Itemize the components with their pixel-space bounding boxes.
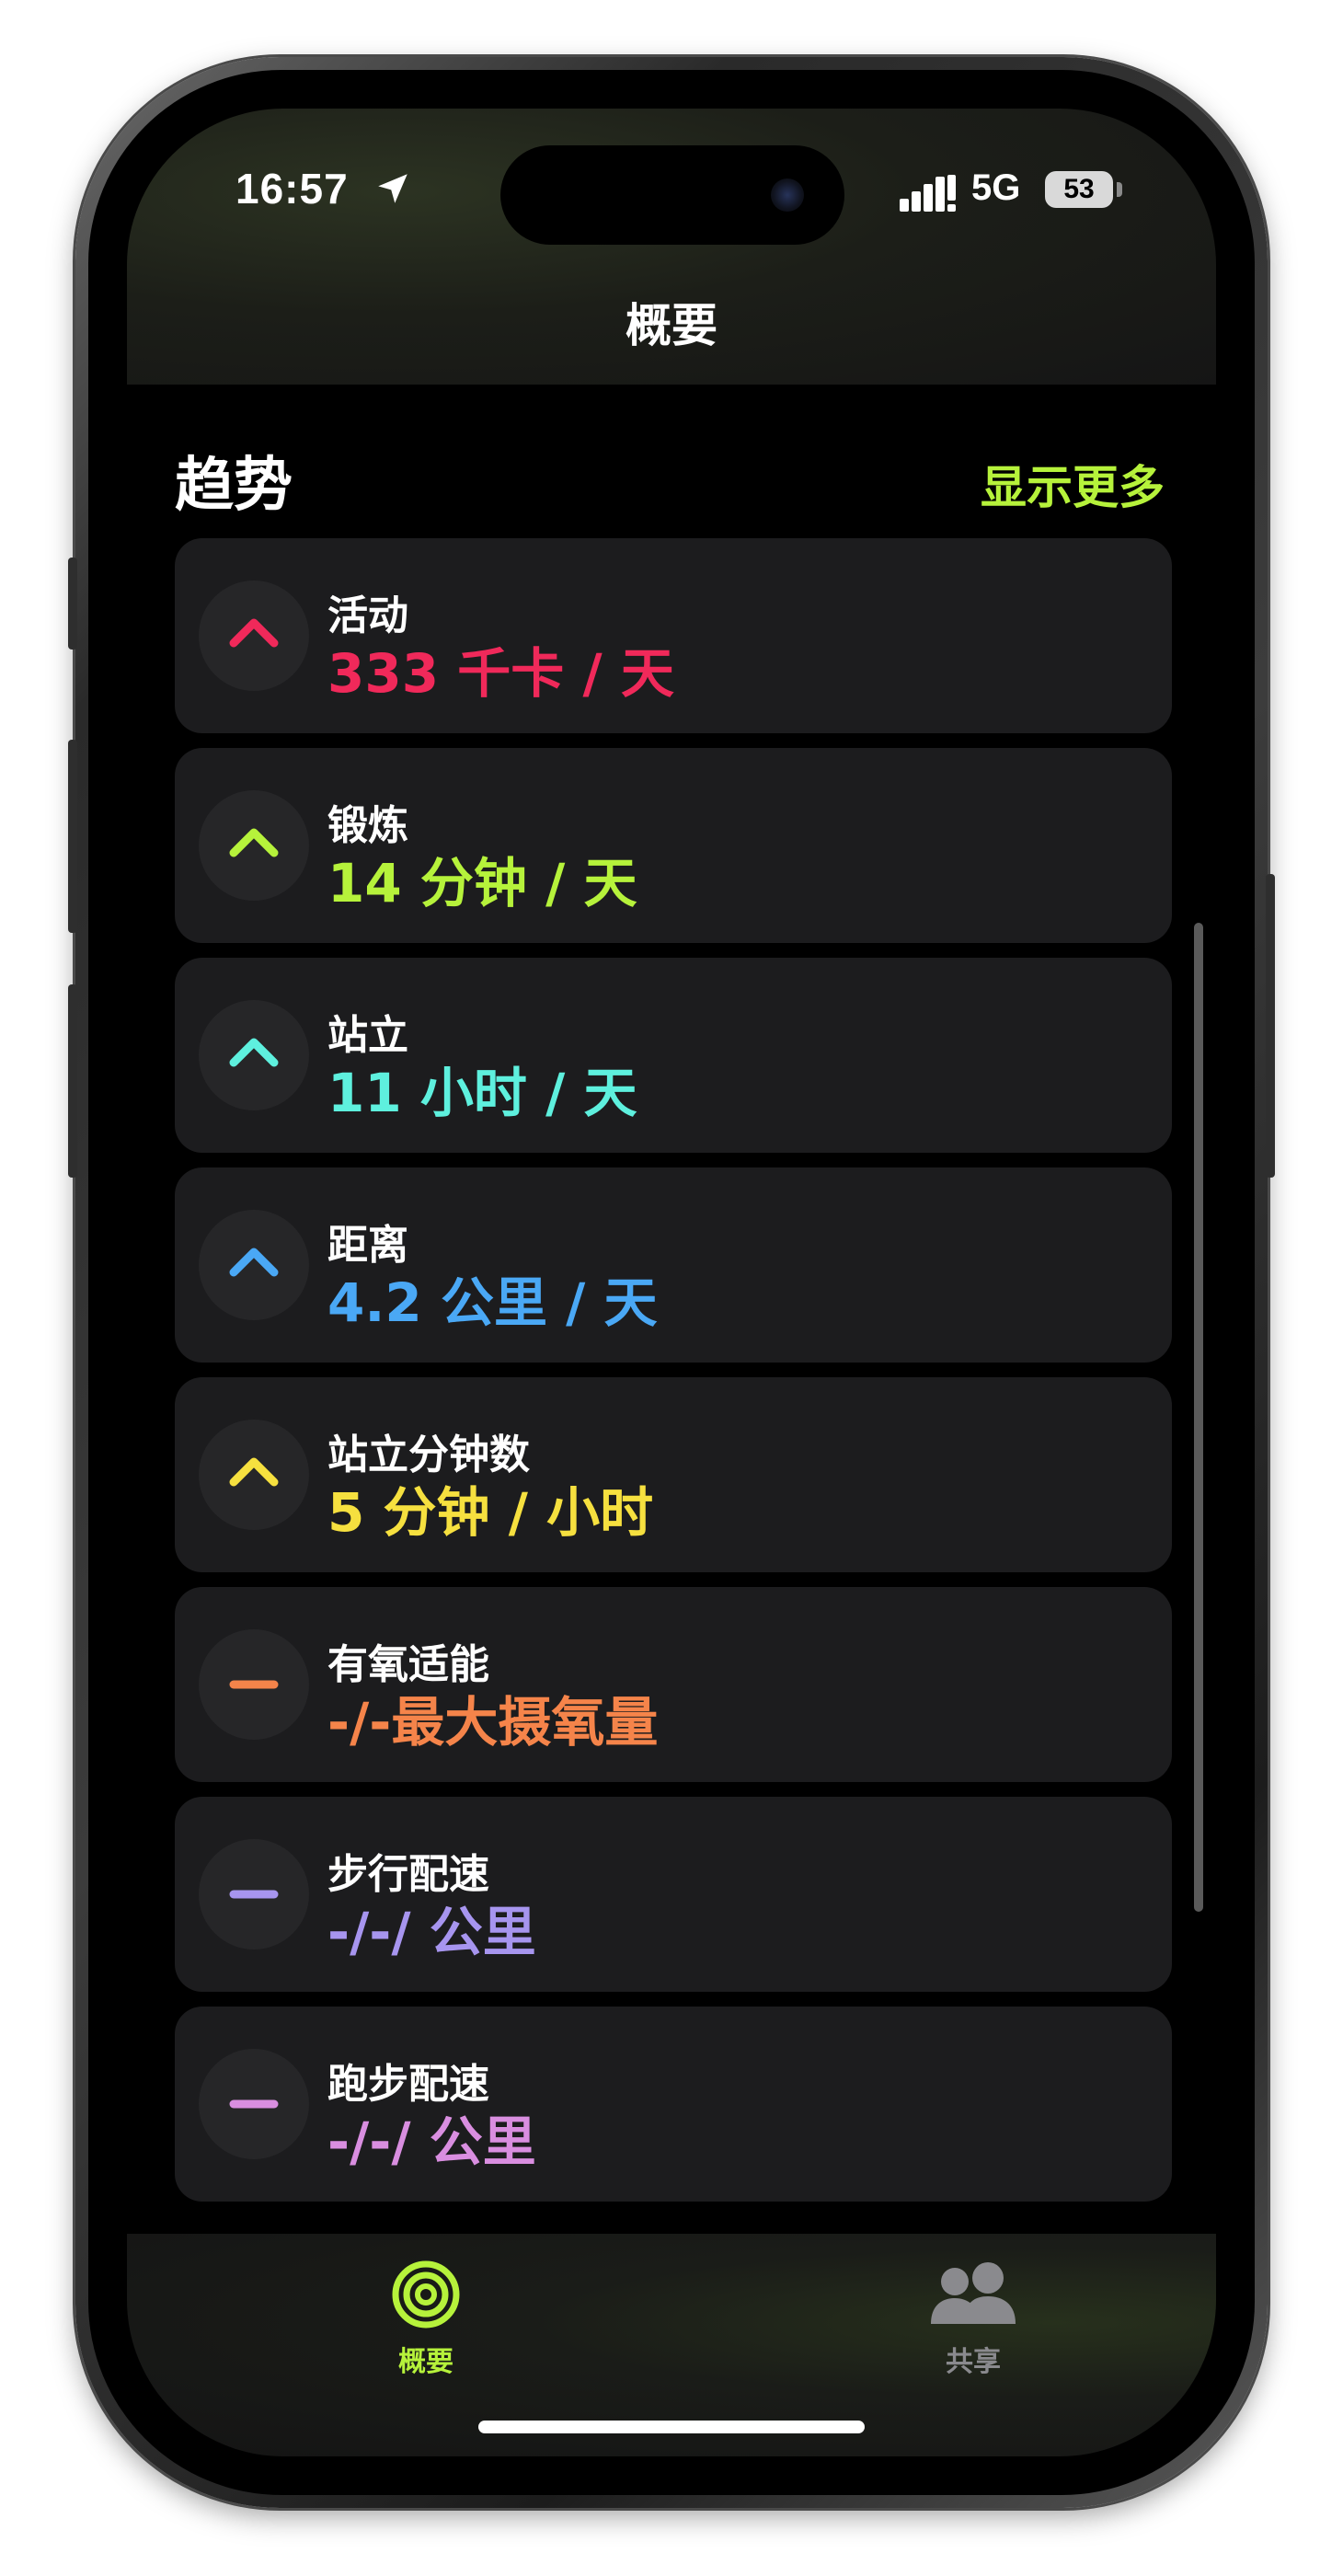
- trend-flat-dash-icon: [229, 2099, 279, 2109]
- battery-level: 53: [1063, 174, 1095, 204]
- power-button: [1266, 874, 1275, 1178]
- trend-card-stand[interactable]: 站立 11 小时 / 天: [175, 958, 1172, 1153]
- scrollbar[interactable]: [1194, 923, 1203, 1912]
- trend-value: 4.2 公里 / 天: [327, 1271, 658, 1334]
- trend-value: -/-最大摄氧量: [327, 1691, 659, 1754]
- trend-up-arrow-icon: [229, 1038, 279, 1067]
- action-button: [68, 558, 77, 650]
- screen: 16:57 5G 53 概要 趋势 显示更多 活动 333 千卡 / 天 锻炼 …: [127, 109, 1216, 2456]
- trend-value: -/-/ 公里: [327, 1901, 536, 1963]
- trend-up-arrow-icon: [229, 1457, 279, 1487]
- show-more-button[interactable]: 显示更多: [981, 451, 1165, 517]
- trend-card-walking-pace[interactable]: 步行配速 -/-/ 公里: [175, 1797, 1172, 1992]
- people-icon: [931, 2262, 1016, 2324]
- network-type: 5G: [971, 167, 1021, 208]
- trend-card-exercise[interactable]: 锻炼 14 分钟 / 天: [175, 748, 1172, 943]
- trend-up-arrow-stroke: [229, 1038, 279, 1067]
- tab-summary-label: 概要: [398, 2346, 453, 2378]
- volume-down-button: [68, 984, 77, 1178]
- battery-icon: 53: [1045, 171, 1113, 208]
- trend-up-arrow-stroke: [229, 1248, 279, 1277]
- trend-up-arrow-icon: [229, 618, 279, 648]
- cellular-signal-icon: [900, 175, 956, 212]
- trend-value: -/-/ 公里: [327, 2110, 536, 2173]
- trends-list: 活动 333 千卡 / 天 锻炼 14 分钟 / 天 站立 11 小时 / 天 …: [175, 538, 1172, 2216]
- trend-value: 333 千卡 / 天: [327, 642, 674, 705]
- battery-cap: [1117, 182, 1122, 197]
- trend-card-cardio-fitness[interactable]: 有氧适能 -/-最大摄氧量: [175, 1587, 1172, 1782]
- location-arrow-icon: [378, 174, 407, 203]
- trend-up-arrow-stroke: [229, 618, 279, 648]
- home-indicator[interactable]: [478, 2421, 865, 2433]
- trend-flat-dash-icon: [229, 1680, 279, 1689]
- trend-up-arrow-stroke: [229, 1457, 279, 1487]
- trend-value: 5 分钟 / 小时: [327, 1481, 654, 1544]
- trend-up-arrow-stroke: [229, 828, 279, 857]
- trend-up-arrow-icon: [229, 828, 279, 857]
- trend-card-distance[interactable]: 距离 4.2 公里 / 天: [175, 1167, 1172, 1363]
- trend-value: 14 分钟 / 天: [327, 852, 637, 914]
- tab-sharing[interactable]: 共享: [881, 2260, 1065, 2379]
- trend-card-activity[interactable]: 活动 333 千卡 / 天: [175, 538, 1172, 733]
- tab-sharing-label: 共享: [946, 2346, 1001, 2378]
- trend-card-running-pace[interactable]: 跑步配速 -/-/ 公里: [175, 2007, 1172, 2202]
- trends-section-title: 趋势: [175, 452, 293, 520]
- front-camera: [771, 178, 804, 212]
- page-title: 概要: [626, 299, 717, 352]
- volume-up-button: [68, 740, 77, 933]
- trend-card-stand-minutes[interactable]: 站立分钟数 5 分钟 / 小时: [175, 1377, 1172, 1572]
- trend-flat-dash-icon: [229, 1890, 279, 1899]
- trend-value: 11 小时 / 天: [327, 1062, 637, 1124]
- tab-summary[interactable]: 概要: [334, 2260, 518, 2379]
- activity-rings-icon: [392, 2260, 460, 2329]
- status-time: 16:57: [235, 165, 349, 213]
- trend-up-arrow-icon: [229, 1248, 279, 1277]
